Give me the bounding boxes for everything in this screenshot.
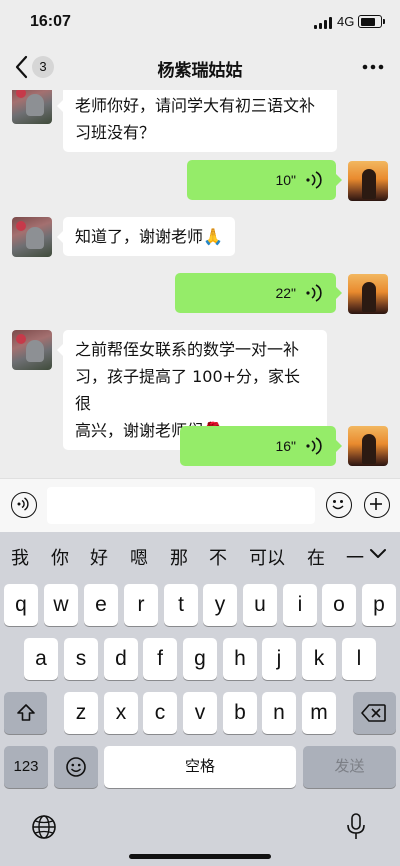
signal-icon [314, 17, 332, 29]
voice-wave-icon [306, 284, 322, 302]
candidate-word[interactable]: 可以 [249, 544, 285, 570]
emoji-keyboard-key[interactable] [54, 746, 98, 788]
shift-icon [17, 704, 35, 721]
backspace-icon [361, 704, 386, 722]
key-n[interactable]: n [262, 692, 296, 734]
key-y[interactable]: y [203, 584, 237, 626]
candidate-bar: 我 你 好 嗯 那 不 可以 在 一 [0, 532, 400, 578]
plus-icon [370, 498, 383, 511]
home-indicator[interactable] [129, 854, 271, 859]
my-avatar[interactable] [348, 274, 388, 314]
candidate-word[interactable]: 你 [51, 544, 69, 570]
shift-key[interactable] [4, 692, 47, 734]
key-d[interactable]: d [104, 638, 138, 680]
incoming-message[interactable]: 老师你好，请问学大有初三语文补 习班没有？ [57, 90, 337, 152]
microphone-icon[interactable] [345, 812, 367, 842]
key-t[interactable]: t [164, 584, 198, 626]
outgoing-voice-message[interactable]: 22" [175, 273, 342, 313]
candidate-word[interactable]: 不 [209, 544, 227, 570]
voice-duration: 22" [275, 285, 296, 301]
message-text-line: 习，孩子提高了 100+分，家长很 [75, 367, 301, 413]
key-x[interactable]: x [104, 692, 138, 734]
contact-avatar[interactable] [12, 217, 52, 257]
input-bar [0, 478, 400, 533]
key-g[interactable]: g [183, 638, 217, 680]
message-input[interactable] [47, 487, 315, 524]
candidate-word[interactable]: 好 [90, 544, 108, 570]
message-text-line: 知道了，谢谢老师🙏 [75, 227, 223, 246]
candidate-word[interactable]: 嗯 [130, 544, 148, 570]
message-list[interactable]: 老师你好，请问学大有初三语文补 习班没有？ 10" 知道了，谢谢老师🙏 22" … [0, 90, 400, 478]
key-u[interactable]: u [243, 584, 277, 626]
voice-duration: 16" [275, 438, 296, 454]
globe-icon[interactable] [30, 813, 58, 841]
key-e[interactable]: e [84, 584, 118, 626]
battery-icon [358, 15, 385, 28]
voice-wave-icon [306, 171, 322, 189]
my-avatar[interactable] [348, 161, 388, 201]
key-k[interactable]: k [302, 638, 336, 680]
message-text-line: 老师你好，请问学大有初三语文补 [75, 96, 316, 115]
space-key[interactable]: 空格 [104, 746, 296, 788]
key-o[interactable]: o [322, 584, 356, 626]
key-z[interactable]: z [64, 692, 98, 734]
network-type: 4G [337, 14, 355, 29]
key-f[interactable]: f [143, 638, 177, 680]
key-s[interactable]: s [64, 638, 98, 680]
candidate-word[interactable]: 在 [307, 544, 325, 570]
voice-wave-icon [306, 437, 322, 455]
key-b[interactable]: b [223, 692, 257, 734]
keyboard: 我 你 好 嗯 那 不 可以 在 一 q w e r t y u i o p a… [0, 532, 400, 866]
emoji-icon [66, 757, 86, 777]
numbers-key[interactable]: 123 [4, 746, 48, 788]
key-v[interactable]: v [183, 692, 217, 734]
key-i[interactable]: i [283, 584, 317, 626]
contact-avatar[interactable] [12, 330, 52, 370]
candidate-word[interactable]: 我 [11, 544, 29, 570]
contact-avatar[interactable] [12, 90, 52, 124]
status-time: 16:07 [30, 13, 71, 30]
my-avatar[interactable] [348, 426, 388, 466]
key-p[interactable]: p [362, 584, 396, 626]
voice-mode-icon [17, 497, 29, 512]
emoji-icon [332, 500, 344, 510]
key-l[interactable]: l [342, 638, 376, 680]
candidate-word[interactable]: 一 [346, 544, 364, 570]
key-q[interactable]: q [4, 584, 38, 626]
key-r[interactable]: r [124, 584, 158, 626]
voice-duration: 10" [275, 172, 296, 188]
more-options-icon[interactable] [360, 57, 386, 77]
chevron-down-icon[interactable] [369, 548, 387, 560]
chat-header: 3 杨紫瑞姑姑 [0, 44, 400, 90]
key-w[interactable]: w [44, 584, 78, 626]
outgoing-voice-message[interactable]: 10" [187, 160, 342, 200]
status-bar: 16:07 4G [0, 0, 400, 44]
key-j[interactable]: j [262, 638, 296, 680]
key-c[interactable]: c [143, 692, 177, 734]
delete-key[interactable] [353, 692, 396, 734]
key-m[interactable]: m [302, 692, 336, 734]
message-text-line: 习班没有？ [75, 123, 156, 142]
incoming-message[interactable]: 知道了，谢谢老师🙏 [57, 217, 235, 256]
voice-input-button[interactable] [11, 492, 37, 518]
send-key[interactable]: 发送 [303, 746, 396, 788]
chat-title: 杨紫瑞姑姑 [157, 61, 243, 81]
key-h[interactable]: h [223, 638, 257, 680]
outgoing-voice-message[interactable]: 16" [180, 426, 342, 466]
emoji-button[interactable] [326, 492, 352, 518]
more-functions-button[interactable] [364, 492, 390, 518]
message-text-line: 之前帮侄女联系的数学一对一补 [75, 340, 300, 359]
candidate-word[interactable]: 那 [170, 544, 188, 570]
key-a[interactable]: a [24, 638, 58, 680]
